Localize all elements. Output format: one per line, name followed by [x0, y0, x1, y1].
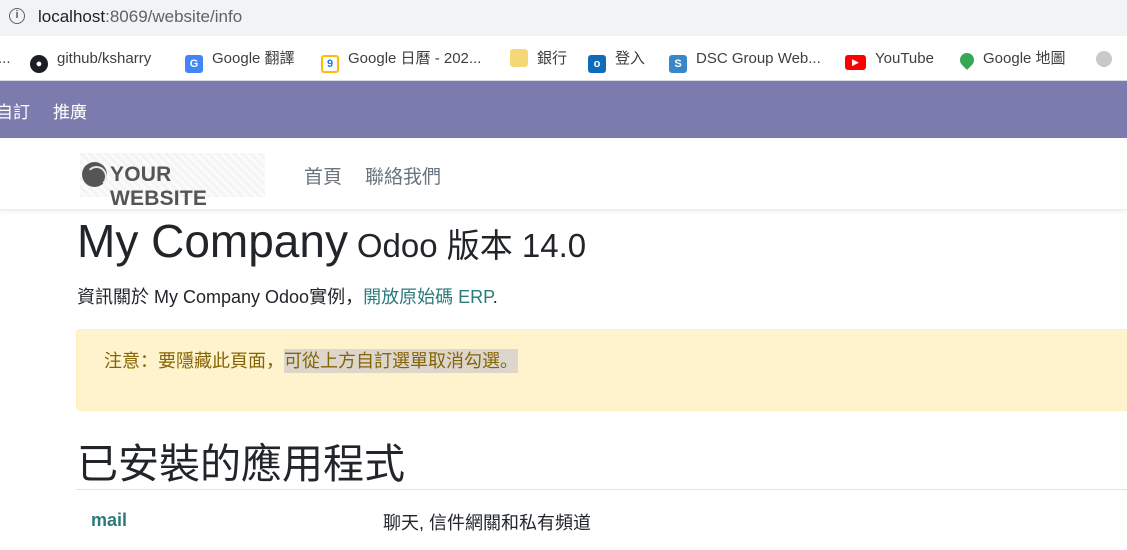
google-calendar-icon: 9: [321, 55, 339, 73]
bookmark-label: Google 日曆 - 202...: [348, 50, 482, 67]
alert-highlighted-text: 可從上方自訂選單取消勾選。: [284, 349, 518, 373]
info-alert: 注意：要隱藏此頁面，可從上方自訂選單取消勾選。: [76, 329, 1127, 411]
bookmark-folder-bank[interactable]: 銀行: [510, 48, 567, 70]
outlook-icon: o: [588, 55, 606, 73]
website-header: YOUR WEBSITE 首頁 聯絡我們: [0, 138, 1127, 210]
bookmark-google-maps[interactable]: Google 地圖: [957, 48, 1066, 70]
menu-home[interactable]: 首頁: [304, 162, 342, 189]
odoo-top-nav: 自訂 推廣: [0, 81, 1127, 138]
google-maps-icon: [957, 50, 977, 70]
bookmark-label: Google 翻譯: [212, 50, 295, 67]
app-name: mail: [91, 510, 128, 530]
google-translate-icon: G: [185, 55, 203, 73]
alert-text: 注意：要隱藏此頁面，可從上方自訂選單取消勾選。: [104, 347, 518, 373]
intro-text: 資訊關於 My Company Odoo實例，開放原始碼 ERP.: [77, 283, 498, 309]
url-text[interactable]: localhost:8069/website/info: [38, 7, 242, 27]
installed-apps-title: 已安裝的應用程式: [77, 441, 405, 487]
address-bar[interactable]: i localhost:8069/website/info: [0, 0, 1127, 36]
bookmark-truncated[interactable]: ...: [0, 48, 11, 70]
table-row: mail 聊天, 信件網關和私有頻道: [76, 490, 1127, 550]
bookmark-google-calendar[interactable]: 9 Google 日曆 - 202...: [321, 48, 482, 73]
info-icon[interactable]: i: [9, 8, 25, 24]
bookmark-label: 銀行: [537, 50, 568, 67]
folder-icon: [510, 49, 528, 67]
bookmark-github[interactable]: ● github/ksharry: [30, 48, 152, 73]
bookmarks-bar: ... ● github/ksharry G Google 翻譯 9 Google 日…: [0, 36, 1127, 81]
bookmark-overflow[interactable]: [1096, 48, 1121, 70]
bookmark-label: github/ksharry: [57, 50, 152, 67]
intro-label: 資訊關於 My Company Odoo實例，: [77, 287, 364, 307]
url-path: :8069/website/info: [105, 7, 243, 26]
intro-end: .: [492, 287, 498, 307]
bookmark-youtube[interactable]: ▶ YouTube: [845, 48, 934, 70]
alert-plain: 注意：要隱藏此頁面，: [104, 351, 284, 371]
nav-promote[interactable]: 推廣: [53, 98, 87, 123]
bookmark-label: 登入: [615, 50, 646, 67]
bookmark-dsc[interactable]: S DSC Group Web...: [669, 48, 821, 73]
app-description: 聊天, 信件網關和私有頻道: [383, 513, 592, 533]
installed-apps-table: mail 聊天, 信件網關和私有頻道: [76, 489, 1127, 550]
cloud-icon: [1096, 51, 1112, 67]
nav-customize[interactable]: 自訂: [0, 98, 30, 123]
bookmark-outlook-login[interactable]: o 登入: [588, 48, 646, 73]
menu-contact-us[interactable]: 聯絡我們: [365, 162, 441, 189]
title-company: My Company: [77, 215, 348, 267]
website-logo[interactable]: YOUR WEBSITE: [80, 153, 265, 210]
open-source-erp-link[interactable]: 開放原始碼 ERP: [363, 287, 493, 307]
bookmark-label: DSC Group Web...: [696, 50, 821, 67]
title-version: Odoo 版本 14.0: [356, 227, 587, 264]
github-icon: ●: [30, 55, 48, 73]
globe-icon: [82, 162, 107, 187]
page-title: My Company Odoo 版本 14.0: [77, 214, 586, 268]
youtube-icon: ▶: [845, 55, 866, 70]
logo-text: YOUR WEBSITE: [110, 163, 208, 210]
bookmark-label: ...: [0, 50, 11, 67]
dsc-icon: S: [669, 55, 687, 73]
url-host: localhost: [38, 7, 106, 26]
bookmark-label: YouTube: [875, 50, 934, 67]
bookmark-google-translate[interactable]: G Google 翻譯: [185, 48, 295, 73]
bookmark-label: Google 地圖: [983, 50, 1066, 67]
